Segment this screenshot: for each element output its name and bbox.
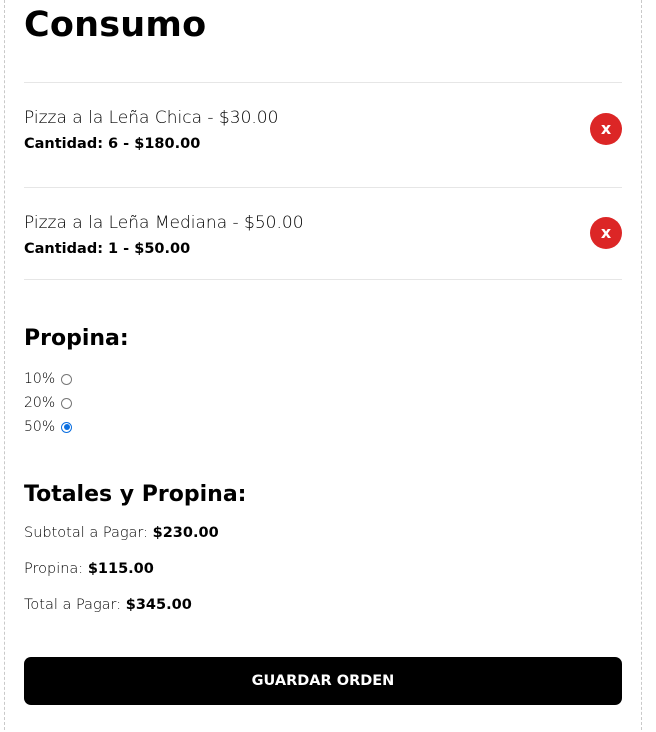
- order-items-list: Pizza a la Leña Chica - $30.00 Cantidad:…: [24, 82, 622, 280]
- tip-options: 10% 20% 50%: [24, 367, 73, 439]
- total-line: Total a Pagar: $345.00: [24, 596, 192, 614]
- remove-item-button[interactable]: x: [590, 217, 622, 249]
- order-item: Pizza a la Leña Mediana - $50.00 Cantida…: [24, 187, 622, 280]
- totals-section-title: Totales y Propina:: [24, 482, 247, 507]
- tip-value: $115.00: [87, 561, 154, 577]
- tip-radio-50[interactable]: [61, 421, 73, 433]
- tip-option-label: 10%: [24, 371, 56, 387]
- total-value: $345.00: [125, 597, 192, 613]
- page-title: Consumo: [24, 5, 207, 45]
- tip-section-title: Propina:: [24, 326, 129, 351]
- subtotal-value: $230.00: [152, 525, 219, 541]
- tip-radio-20[interactable]: [61, 397, 73, 409]
- remove-item-button[interactable]: x: [590, 113, 622, 145]
- total-label: Total a Pagar:: [24, 597, 122, 613]
- item-quantity: Cantidad: 1 - $50.00: [24, 241, 191, 257]
- tip-line: Propina: $115.00: [24, 560, 154, 578]
- save-order-button[interactable]: GUARDAR ORDEN: [24, 657, 622, 705]
- tip-option-50[interactable]: 50%: [24, 415, 73, 439]
- subtotal-label: Subtotal a Pagar:: [24, 525, 149, 541]
- item-name: Pizza a la Leña Chica - $30.00: [24, 108, 279, 128]
- item-name: Pizza a la Leña Mediana - $50.00: [24, 213, 304, 233]
- subtotal-line: Subtotal a Pagar: $230.00: [24, 524, 219, 542]
- tip-option-label: 50%: [24, 419, 56, 435]
- order-item: Pizza a la Leña Chica - $30.00 Cantidad:…: [24, 82, 622, 187]
- tip-radio-10[interactable]: [61, 373, 73, 385]
- tip-option-10[interactable]: 10%: [24, 367, 73, 391]
- tip-label: Propina:: [24, 561, 84, 577]
- tip-option-20[interactable]: 20%: [24, 391, 73, 415]
- tip-option-label: 20%: [24, 395, 56, 411]
- item-quantity: Cantidad: 6 - $180.00: [24, 136, 201, 152]
